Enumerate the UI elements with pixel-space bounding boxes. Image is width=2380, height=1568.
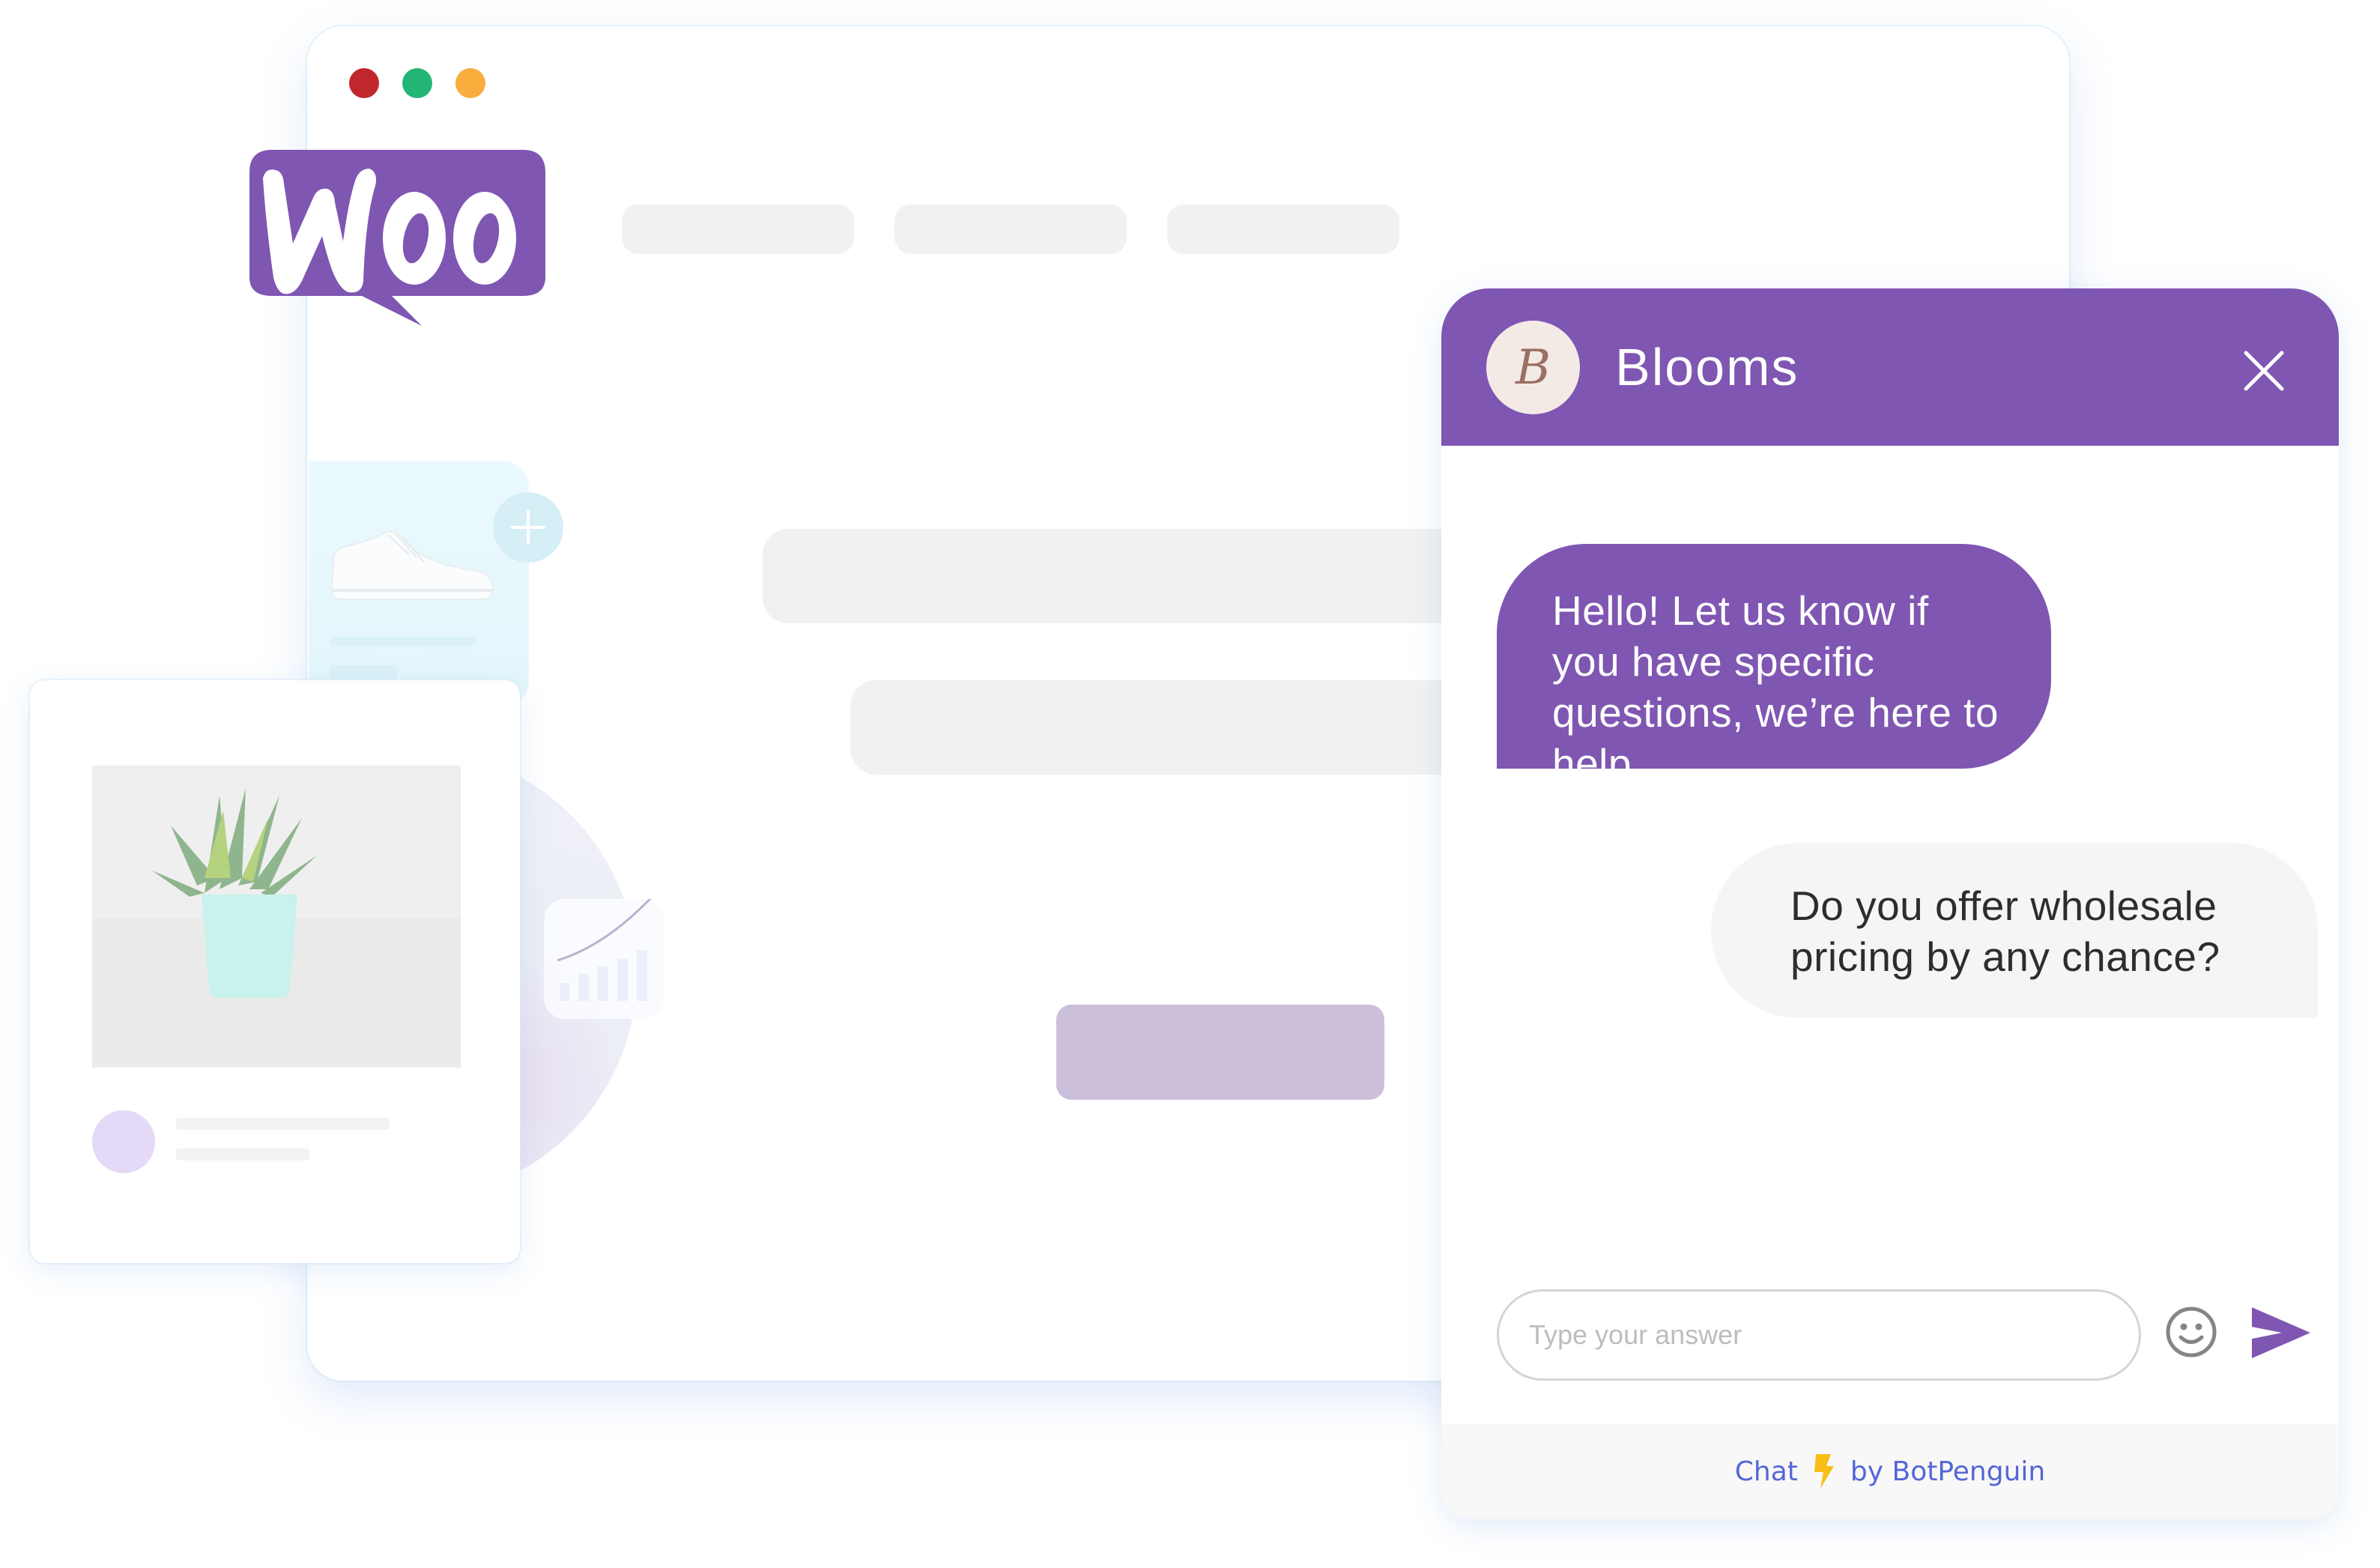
- footer-prefix: Chat: [1734, 1456, 1798, 1487]
- plus-icon: [511, 510, 545, 545]
- answer-input[interactable]: [1497, 1289, 2141, 1381]
- seller-avatar: [92, 1110, 155, 1173]
- close-icon[interactable]: [2241, 348, 2286, 393]
- nav-placeholder-1: [622, 205, 854, 254]
- shoe-price-placeholder: [330, 665, 397, 680]
- window-maximize-dot[interactable]: [455, 68, 485, 98]
- smiley-icon[interactable]: [2165, 1306, 2217, 1358]
- chat-footer: Chat by BotPenguin: [1441, 1423, 2339, 1519]
- plant-price-placeholder: [176, 1148, 309, 1160]
- content-placeholder-1: [763, 529, 1452, 623]
- growth-chart-badge: [544, 883, 665, 1019]
- chat-widget: B Blooms Hello! Let us know if you have …: [1441, 288, 2339, 1519]
- cta-button-placeholder[interactable]: [1056, 1005, 1384, 1100]
- add-to-cart-button[interactable]: [493, 492, 563, 563]
- shoe-title-placeholder: [330, 637, 476, 646]
- plant-title-placeholder: [176, 1118, 390, 1130]
- nav-placeholder-2: [894, 205, 1127, 254]
- succulent-pot-image: [152, 788, 317, 998]
- bot-message-text: Hello! Let us know if you have specific …: [1552, 587, 1999, 787]
- window-close-dot[interactable]: [349, 68, 379, 98]
- content-placeholder-2: [850, 680, 1450, 775]
- user-message-text: Do you offer wholesale pricing by any ch…: [1790, 883, 2220, 980]
- user-message-bubble: Do you offer wholesale pricing by any ch…: [1711, 843, 2318, 1018]
- bot-avatar: B: [1486, 321, 1580, 414]
- window-minimize-dot[interactable]: [402, 68, 432, 98]
- nav-placeholder-3: [1167, 205, 1399, 254]
- woo-logo: [249, 150, 545, 326]
- chat-title: Blooms: [1615, 338, 1799, 396]
- avatar-letter: B: [1515, 339, 1551, 396]
- chat-header: B Blooms: [1441, 288, 2339, 446]
- lightning-bolt-icon: [1814, 1454, 1834, 1489]
- sneaker-image: [330, 530, 494, 600]
- footer-brand-link[interactable]: by BotPenguin: [1850, 1456, 2045, 1487]
- plant-image: [92, 766, 461, 1068]
- growth-chart-icon: [557, 883, 665, 1001]
- send-icon[interactable]: [2250, 1306, 2312, 1360]
- bot-message-bubble: Hello! Let us know if you have specific …: [1497, 544, 2051, 787]
